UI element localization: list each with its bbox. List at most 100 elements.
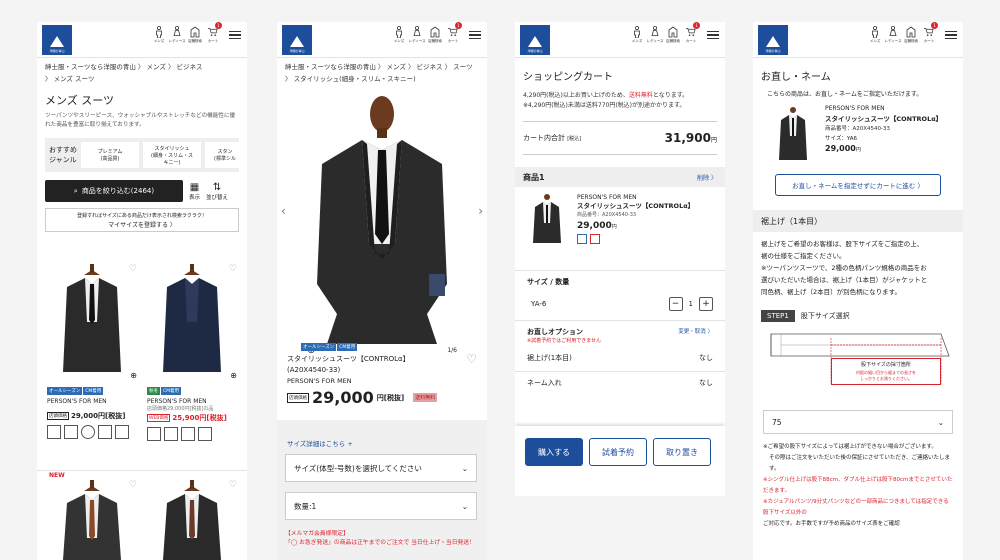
menu-icon[interactable] [945, 29, 957, 41]
genre-standard[interactable]: スタン (標準シル [205, 142, 239, 168]
shipping-info: 4,290円(税込)以上お買い上げのため、送料無料となります。 ※4,290円(… [515, 91, 725, 111]
product-name: スタイリッシュスーツ【CONTROLα】 (A20X4540-33) [287, 355, 410, 374]
breadcrumb-links[interactable]: 紳士服・スーツなら洋服の青山 〉 メンズ 〉 ビジネス 〉 スーツ [285, 61, 479, 73]
plus-button[interactable]: + [699, 296, 713, 311]
item-price-unit: 円 [855, 147, 861, 153]
genre-stylish[interactable]: スタイリッシュ (細身・スリム・ス キニー) [143, 142, 201, 168]
item-header: 商品1 [523, 172, 545, 182]
breadcrumb: 紳士服・スーツなら洋服の青山 〉 メンズ 〉 ビジネス〉 メンズ スーツ [37, 58, 247, 88]
product-info-1[interactable]: オールシーズン CM着用 PERSON'S FOR MEN 店頭価格 29,000円… [47, 386, 141, 439]
hem-text-line: ※ツーパンツスーツで、2種の色柄パンツ規格の商品をお [761, 264, 927, 272]
diagram-note: 内股の縫い目から裾までの長さを しっかりとお測りください。 [856, 370, 916, 381]
product-image-2[interactable]: ♡ ⊕ [145, 262, 239, 382]
nav-mens[interactable]: メンズ [867, 25, 883, 44]
feature-icons [47, 425, 141, 439]
woman-icon [412, 25, 422, 39]
feature-icons [147, 427, 243, 441]
inseam-select[interactable]: 75 ⌄ [763, 410, 953, 434]
product-image-1[interactable]: ♡ ⊕ [45, 262, 139, 382]
product-info-2[interactable]: 秋冬 CM着用 PERSON'S FOR MEN 店頭価格29,000円[税抜]の… [147, 386, 243, 441]
genre-premium[interactable]: プレミアム (高品質) [81, 142, 139, 168]
delete-link[interactable]: 削除 〉 [697, 173, 717, 182]
nav-cart[interactable]: カート 1 [445, 22, 462, 44]
man-icon [632, 25, 642, 39]
inseam-value: 75 [772, 417, 782, 427]
filter-button[interactable]: ⌕ 商品を絞り込む(2464) [45, 180, 183, 202]
heart-icon[interactable]: ♡ [129, 480, 137, 490]
size-select-text: サイズ(体型-号数)を選択してください [294, 463, 422, 473]
chevron-right-icon[interactable]: › [478, 204, 483, 218]
option-change-link[interactable]: 変更・取消 〉 [678, 327, 713, 337]
header: 洋服の青山 メンズ レディース 店舗検索 カート 1 [753, 22, 963, 58]
nav-mens[interactable]: メンズ [629, 25, 645, 44]
nav-store[interactable]: 店舗検索 [187, 25, 203, 44]
zoom-icon[interactable]: ⊕ [230, 371, 237, 380]
skip-to-cart-button[interactable]: お直し・ネームを指定せずにカートに進む 〉 [775, 174, 941, 196]
nav-ladies[interactable]: レディース [884, 25, 902, 44]
option-name: ネーム入れ [527, 379, 562, 387]
step-label: 股下サイズ選択 [800, 312, 850, 320]
item-code: 商品番号：A20X4540-33 [825, 126, 891, 132]
product-image-3[interactable]: ♡ [45, 478, 139, 560]
product-price: 29,000 [312, 388, 374, 407]
page-title: メンズ スーツ [45, 94, 115, 107]
page-title: お直し・ネーム [761, 72, 831, 83]
item-name: スタイリッシュスーツ【CONTROLα】 [825, 115, 943, 123]
product-image-4[interactable]: ♡ [145, 478, 239, 560]
inseam-diagram: 股下サイズの採寸箇所 内股の縫い目から裾までの長さを しっかりとお測りください。 [761, 326, 955, 402]
zoom-icon[interactable]: ⊕ [130, 371, 137, 380]
alter-item-image [775, 106, 811, 162]
sort-toggle[interactable]: ⇅ 並び替え [206, 182, 228, 201]
option-value: なし [699, 379, 713, 387]
cart-item-image[interactable] [529, 193, 565, 245]
aoyama-logo[interactable]: 洋服の青山 [758, 25, 788, 55]
size-qty-label: サイズ / 数量 [527, 278, 570, 286]
heart-icon[interactable]: ♡ [229, 264, 237, 274]
size-detail-link[interactable]: サイズ詳細はこちら + [287, 438, 353, 448]
nav-mens[interactable]: メンズ [391, 25, 407, 44]
tag-season: オールシーズン [301, 343, 337, 351]
nav-cart[interactable]: カート 1 [683, 22, 700, 44]
quantity-select[interactable]: 数量:1 ⌄ [285, 492, 477, 520]
aoyama-logo[interactable]: 洋服の青山 [42, 25, 72, 55]
woman-icon [650, 25, 660, 39]
heart-icon[interactable]: ♡ [229, 480, 237, 490]
mysize-banner[interactable]: 登録すればサイズにある商品だけ表示され検索ラクラク！ マイサイズを登録する 〉 [45, 208, 239, 232]
size-select[interactable]: サイズ(体型-号数)を選択してください ⌄ [285, 454, 477, 482]
tag-season: オールシーズン [47, 387, 83, 395]
tag-season: 秋冬 [147, 387, 160, 395]
step-badge: STEP1 [761, 310, 795, 322]
item-code: 商品番号：A20X4540-33 [577, 212, 637, 218]
purchase-button[interactable]: 購入する [525, 438, 583, 466]
woman-icon [888, 25, 898, 39]
size-value: YA-6 [531, 299, 547, 308]
heart-icon[interactable]: ♡ [466, 352, 477, 366]
aoyama-logo[interactable]: 洋服の青山 [520, 25, 550, 55]
breadcrumb-current: 〉 メンズ スーツ [45, 75, 95, 83]
nav-cart[interactable]: カート 1 [205, 22, 222, 44]
hold-button[interactable]: 取り置き [653, 438, 711, 466]
fitting-reserve-button[interactable]: 試着予約 [589, 438, 647, 466]
heart-icon[interactable]: ♡ [129, 264, 137, 274]
nav-store[interactable]: 店舗検索 [427, 25, 443, 44]
menu-icon[interactable] [469, 29, 481, 41]
nav-store[interactable]: 店舗検索 [665, 25, 681, 44]
menu-icon[interactable] [229, 29, 241, 41]
nav-cart[interactable]: カート 1 [921, 22, 938, 44]
nav-mens[interactable]: メンズ [151, 25, 167, 44]
minus-button[interactable]: − [668, 296, 683, 311]
nav-ladies[interactable]: レディース [646, 25, 664, 44]
item-size: サイズ：YA6 [825, 136, 858, 142]
chevron-left-icon[interactable]: ‹ [281, 204, 286, 218]
nav-ladies[interactable]: レディース [168, 25, 186, 44]
aoyama-logo[interactable]: 洋服の青山 [282, 25, 312, 55]
menu-icon[interactable] [707, 29, 719, 41]
shipping-free: 送料無料 [628, 92, 653, 99]
nav-ladies[interactable]: レディース [408, 25, 426, 44]
nav-store[interactable]: 店舗検索 [903, 25, 919, 44]
store-icon [430, 25, 440, 39]
breadcrumb-links[interactable]: 紳士服・スーツなら洋服の青山 〉 メンズ 〉 ビジネス [45, 61, 239, 73]
view-toggle[interactable]: ▦ 表示 [189, 182, 200, 201]
cart-badge: 1 [215, 22, 222, 29]
product-main-image[interactable]: ‹ › ⊕ 1/6 [277, 84, 487, 360]
